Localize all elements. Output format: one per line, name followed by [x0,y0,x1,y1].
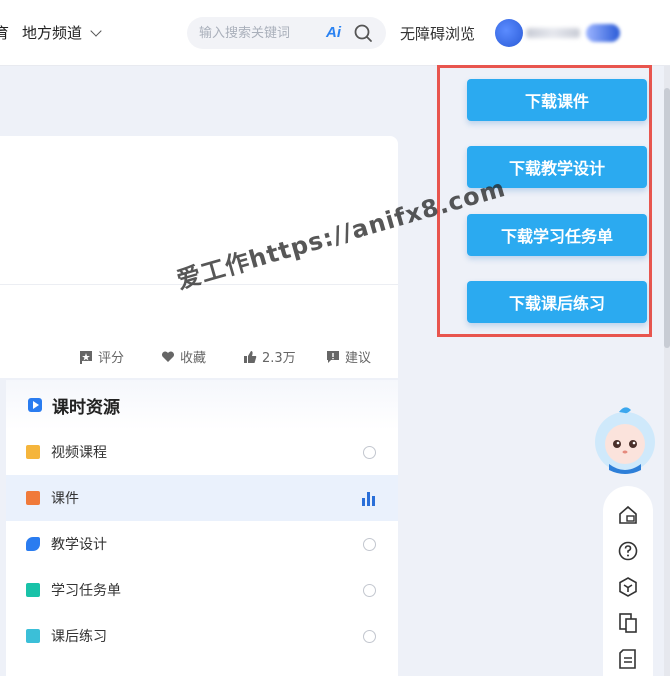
play-video-icon [28,398,42,412]
ai-search-icon[interactable]: Ai [326,24,341,41]
resource-item-task-sheet[interactable]: 学习任务单 [6,567,398,613]
heart-icon [161,350,175,362]
accessibility-link[interactable]: 无障碍浏览 [400,23,475,44]
home-icon[interactable] [617,504,639,526]
slides-icon [26,491,40,505]
search-input[interactable] [199,24,319,42]
video-course-icon [26,445,40,459]
favorite-button[interactable]: 收藏 [161,347,206,366]
nav-local-label: 地方频道 [22,24,83,42]
avatar[interactable] [495,19,523,47]
design-tools-icon [26,537,40,551]
resource-item-teaching-design[interactable]: 教学设计 [6,521,398,567]
scrollbar-thumb[interactable] [664,88,670,348]
resource-label: 教学设计 [51,537,107,553]
resource-item-homework[interactable]: 课后练习 [6,613,398,659]
suggest-button[interactable]: 建议 [326,347,371,366]
resources-title: 课时资源 [52,397,120,418]
resource-item-video[interactable]: 视频课程 [6,429,398,475]
thumbs-up-icon [244,350,257,363]
course-actions: 评分 收藏 2.3万 建议 [0,347,398,366]
lesson-resources-panel: 课时资源 视频课程 课件 教学设计 学习任务单 课后练习 [6,380,398,676]
favorite-label: 收藏 [180,351,207,366]
radio-indicator [363,630,376,643]
document-icon[interactable] [617,648,639,670]
rate-label: 评分 [98,351,125,366]
radio-indicator [363,538,376,551]
mascot-assistant-icon[interactable] [591,404,659,474]
copy-icon[interactable] [617,612,639,634]
resource-label: 学习任务单 [51,583,121,599]
resources-header: 课时资源 [6,380,398,430]
clipboard-icon [26,583,40,597]
help-icon[interactable] [617,540,639,562]
download-homework-button[interactable]: 下载课后练习 [467,281,647,323]
cube-icon[interactable] [617,576,639,598]
resource-label: 课后练习 [51,629,107,645]
exercise-doc-icon [26,629,40,643]
user-badge-blurred [586,24,620,42]
nav-item-education[interactable]: 育 [0,22,9,43]
resource-label: 视频课程 [51,445,107,461]
download-task-sheet-button[interactable]: 下载学习任务单 [467,214,647,256]
rate-button[interactable]: 评分 [79,347,124,366]
search-icon[interactable] [352,22,374,44]
radio-indicator [363,584,376,597]
download-courseware-button[interactable]: 下载课件 [467,79,647,121]
resource-label: 课件 [51,491,79,507]
star-flag-icon [80,350,92,364]
nav-item-local-channel[interactable]: 地方频道 [22,22,102,43]
side-toolbar [603,486,653,676]
suggest-label: 建议 [345,351,372,366]
playing-bars-icon [362,490,378,506]
chevron-down-icon [90,24,102,37]
resource-item-courseware[interactable]: 课件 [6,475,398,521]
like-count: 2.3万 [262,351,296,366]
radio-indicator [363,446,376,459]
username-blurred[interactable] [526,28,580,38]
like-button[interactable]: 2.3万 [243,347,296,366]
feedback-icon [327,350,339,363]
